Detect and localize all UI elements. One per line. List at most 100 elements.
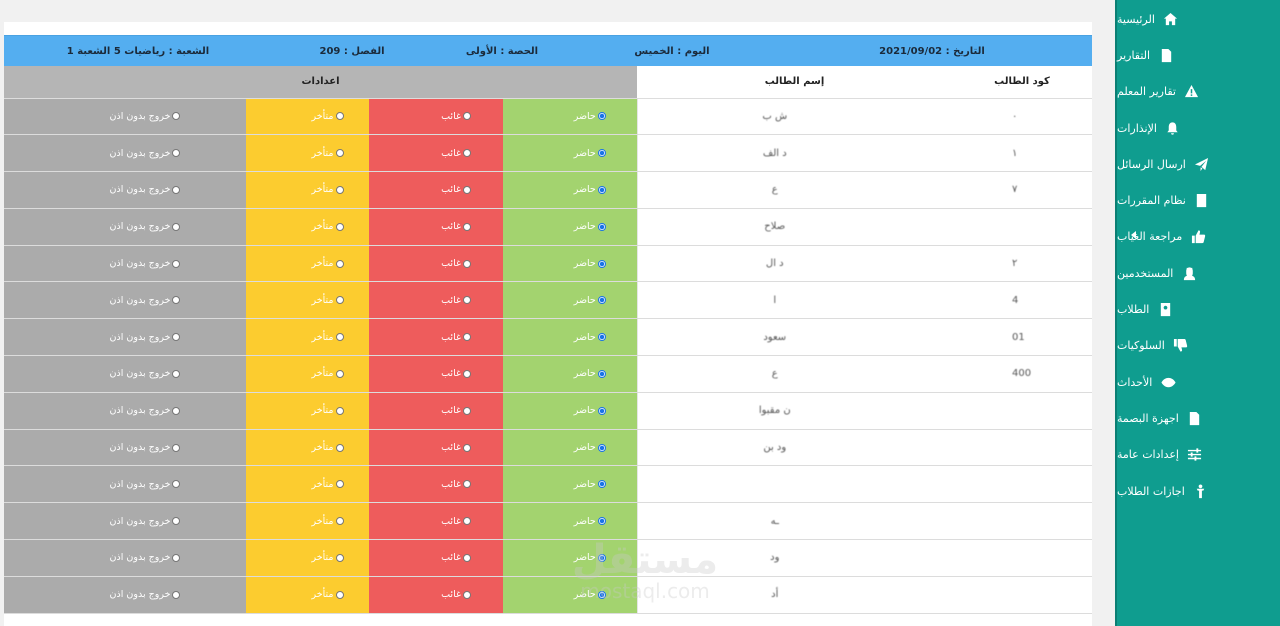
late-option[interactable]: متأخر [246,405,369,416]
late-option[interactable]: متأخر [246,479,369,490]
absent-option[interactable]: غائب [369,479,503,490]
absent-radio[interactable] [462,185,471,194]
exit-without-permission-option[interactable]: خروج بدون اذن [4,258,246,269]
present-radio[interactable] [597,185,606,194]
late-radio[interactable] [335,185,344,194]
present-radio[interactable] [597,480,606,489]
present-option[interactable]: حاضر [503,148,637,159]
sidebar-item-book[interactable]: نظام المقررات [1117,182,1280,218]
absent-option[interactable]: غائب [369,332,503,343]
present-radio[interactable] [597,553,606,562]
late-radio[interactable] [335,296,344,305]
sidebar-item-student-card[interactable]: الطلاب [1117,291,1280,327]
present-radio[interactable] [597,112,606,121]
late-option[interactable]: متأخر [246,111,369,122]
exit-without-permission-option[interactable]: خروج بدون اذن [4,589,246,600]
sidebar-item-person[interactable]: اجازات الطلاب [1117,473,1280,509]
late-radio[interactable] [335,259,344,268]
exit-without-permission-radio[interactable] [172,149,181,158]
absent-radio[interactable] [462,149,471,158]
sidebar-item-eye[interactable]: الأحداث [1117,364,1280,400]
absent-option[interactable]: غائب [369,295,503,306]
absent-option[interactable]: غائب [369,368,503,379]
present-radio[interactable] [597,149,606,158]
exit-without-permission-option[interactable]: خروج بدون اذن [4,442,246,453]
exit-without-permission-radio[interactable] [172,296,181,305]
absent-option[interactable]: غائب [369,184,503,195]
late-option[interactable]: متأخر [246,148,369,159]
exit-without-permission-radio[interactable] [172,480,181,489]
late-radio[interactable] [335,443,344,452]
exit-without-permission-option[interactable]: خروج بدون اذن [4,405,246,416]
absent-radio[interactable] [462,333,471,342]
absent-radio[interactable] [462,259,471,268]
absent-radio[interactable] [462,112,471,121]
late-radio[interactable] [335,112,344,121]
late-radio[interactable] [335,480,344,489]
sidebar-item-home[interactable]: الرئيسية [1117,1,1280,37]
late-radio[interactable] [335,406,344,415]
present-radio[interactable] [597,517,606,526]
late-option[interactable]: متأخر [246,442,369,453]
chevron-left-icon[interactable] [1131,230,1136,239]
present-option[interactable]: حاضر [503,111,637,122]
sidebar-item-bell[interactable]: الإنذارات [1117,110,1280,146]
exit-without-permission-option[interactable]: خروج بدون اذن [4,148,246,159]
late-radio[interactable] [335,149,344,158]
exit-without-permission-option[interactable]: خروج بدون اذن [4,295,246,306]
present-option[interactable]: حاضر [503,295,637,306]
present-option[interactable]: حاضر [503,516,637,527]
late-radio[interactable] [335,590,344,599]
late-radio[interactable] [335,517,344,526]
absent-option[interactable]: غائب [369,405,503,416]
exit-without-permission-option[interactable]: خروج بدون اذن [4,368,246,379]
late-radio[interactable] [335,333,344,342]
absent-radio[interactable] [462,443,471,452]
absent-option[interactable]: غائب [369,442,503,453]
absent-radio[interactable] [462,480,471,489]
exit-without-permission-radio[interactable] [172,443,181,452]
exit-without-permission-radio[interactable] [172,222,181,231]
present-option[interactable]: حاضر [503,221,637,232]
present-option[interactable]: حاضر [503,479,637,490]
exit-without-permission-option[interactable]: خروج بدون اذن [4,221,246,232]
present-radio[interactable] [597,333,606,342]
present-radio[interactable] [597,296,606,305]
sidebar-item-fingerprint-device[interactable]: اجهزة البصمة [1117,400,1280,436]
present-option[interactable]: حاضر [503,405,637,416]
exit-without-permission-option[interactable]: خروج بدون اذن [4,516,246,527]
absent-radio[interactable] [462,553,471,562]
late-option[interactable]: متأخر [246,295,369,306]
late-radio[interactable] [335,369,344,378]
exit-without-permission-option[interactable]: خروج بدون اذن [4,552,246,563]
exit-without-permission-radio[interactable] [172,259,181,268]
absent-option[interactable]: غائب [369,148,503,159]
exit-without-permission-radio[interactable] [172,406,181,415]
late-option[interactable]: متأخر [246,332,369,343]
present-radio[interactable] [597,259,606,268]
exit-without-permission-radio[interactable] [172,553,181,562]
absent-option[interactable]: غائب [369,589,503,600]
absent-radio[interactable] [462,222,471,231]
late-option[interactable]: متأخر [246,368,369,379]
present-option[interactable]: حاضر [503,589,637,600]
exit-without-permission-radio[interactable] [172,517,181,526]
late-option[interactable]: متأخر [246,516,369,527]
late-option[interactable]: متأخر [246,589,369,600]
sidebar-item-report[interactable]: التقارير [1117,37,1280,73]
sidebar-item-users[interactable]: المستخدمين [1117,255,1280,291]
present-radio[interactable] [597,590,606,599]
sidebar-item-sliders[interactable]: إعدادات عامة [1117,437,1280,473]
exit-without-permission-option[interactable]: خروج بدون اذن [4,111,246,122]
exit-without-permission-radio[interactable] [172,590,181,599]
absent-radio[interactable] [462,517,471,526]
exit-without-permission-option[interactable]: خروج بدون اذن [4,184,246,195]
late-option[interactable]: متأخر [246,184,369,195]
present-radio[interactable] [597,222,606,231]
exit-without-permission-radio[interactable] [172,112,181,121]
absent-option[interactable]: غائب [369,516,503,527]
present-radio[interactable] [597,369,606,378]
late-option[interactable]: متأخر [246,221,369,232]
present-radio[interactable] [597,406,606,415]
present-radio[interactable] [597,443,606,452]
